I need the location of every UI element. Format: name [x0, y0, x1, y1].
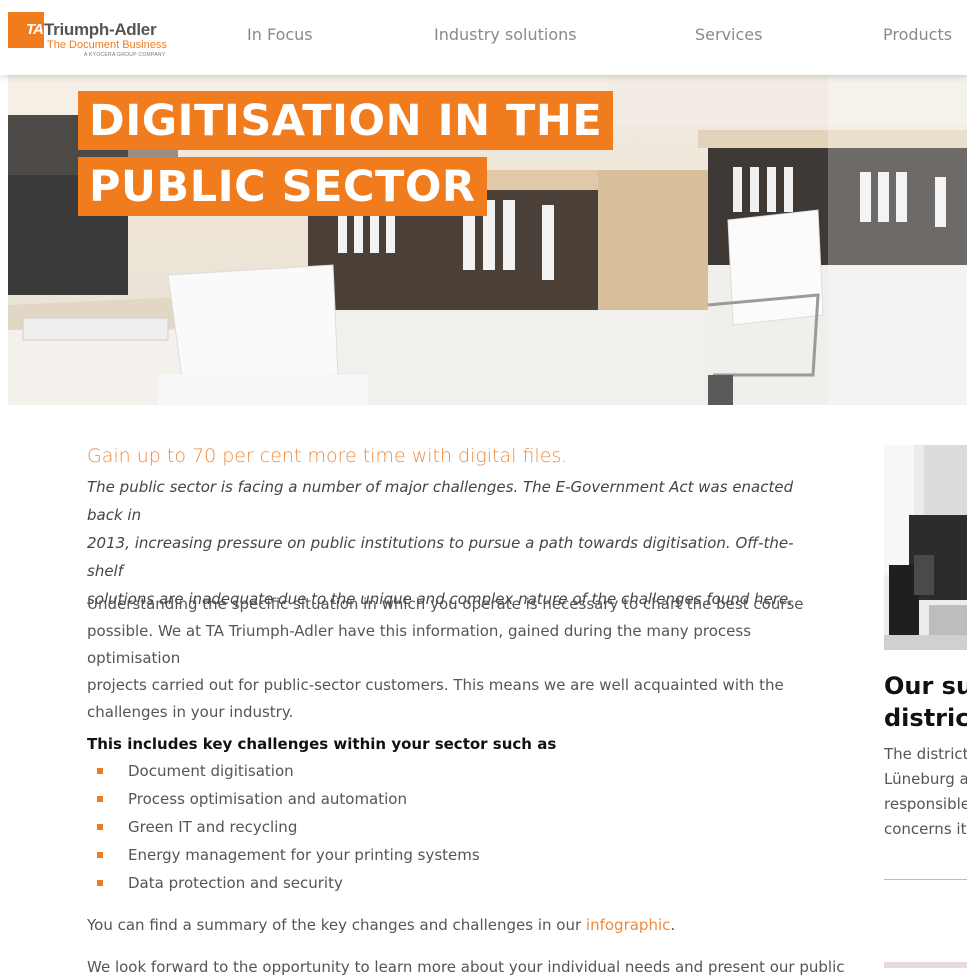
- list-item: Data protection and security: [87, 869, 480, 897]
- paragraph-line: Understanding the specific situation in …: [87, 595, 804, 613]
- hero-title-line-2: PUBLIC SECTOR: [78, 157, 487, 216]
- site-header: TA Triumph-Adler The Document Business A…: [0, 0, 967, 75]
- sidebar-divider: [884, 879, 967, 880]
- list-item: Green IT and recycling: [87, 813, 480, 841]
- nav-item-products[interactable]: Products: [883, 25, 952, 44]
- success-story-image[interactable]: [884, 445, 967, 650]
- intro-line: The public sector is facing a number of …: [87, 478, 794, 524]
- bullet-icon: [97, 852, 103, 858]
- paragraph-line: projects carried out for public-sector c…: [87, 676, 784, 694]
- bullet-icon: [97, 824, 103, 830]
- closing-paragraph: We look forward to the opportunity to le…: [87, 958, 845, 976]
- office-printer-image: [884, 445, 967, 650]
- bullet-icon: [97, 880, 103, 886]
- bullet-icon: [97, 796, 103, 802]
- challenges-list: Document digitisation Process optimisati…: [87, 757, 480, 897]
- logo-subline: A KYOCERA GROUP COMPANY: [84, 52, 166, 58]
- hero-title-line-1: DIGITISATION IN THE: [78, 91, 614, 150]
- success-story-teaser: The district Lüneburg a responsible conc…: [884, 745, 967, 838]
- nav-item-services[interactable]: Services: [695, 25, 762, 44]
- challenges-list-title: This includes key challenges within your…: [87, 735, 557, 753]
- nav-item-in-focus[interactable]: In Focus: [247, 25, 313, 44]
- list-item: Document digitisation: [87, 757, 480, 785]
- list-item: Energy management for your printing syst…: [87, 841, 480, 869]
- next-story-image[interactable]: [884, 962, 967, 968]
- logo-tagline: The Document Business: [47, 39, 167, 51]
- brand-logo[interactable]: TA Triumph-Adler The Document Business A…: [8, 12, 178, 60]
- paragraph-line: possible. We at TA Triumph-Adler have th…: [87, 622, 752, 667]
- paragraph-line: challenges in your industry.: [87, 703, 294, 721]
- lead-heading: Gain up to 70 per cent more time with di…: [87, 445, 568, 467]
- logo-name: Triumph-Adler: [44, 20, 157, 39]
- list-item: Process optimisation and automation: [87, 785, 480, 813]
- body-paragraph: Understanding the specific situation in …: [87, 591, 827, 726]
- nav-item-industry-solutions[interactable]: Industry solutions: [434, 25, 577, 44]
- success-story-title[interactable]: Our suc district: [884, 670, 967, 734]
- infographic-link[interactable]: infographic: [586, 916, 670, 934]
- hero-banner: DIGITISATION IN THE PUBLIC SECTOR: [8, 75, 967, 405]
- intro-line: 2013, increasing pressure on public inst…: [87, 534, 794, 580]
- logo-mark-icon: TA: [8, 12, 44, 48]
- summary-text: You can find a summary of the key change…: [87, 916, 676, 934]
- bullet-icon: [97, 768, 103, 774]
